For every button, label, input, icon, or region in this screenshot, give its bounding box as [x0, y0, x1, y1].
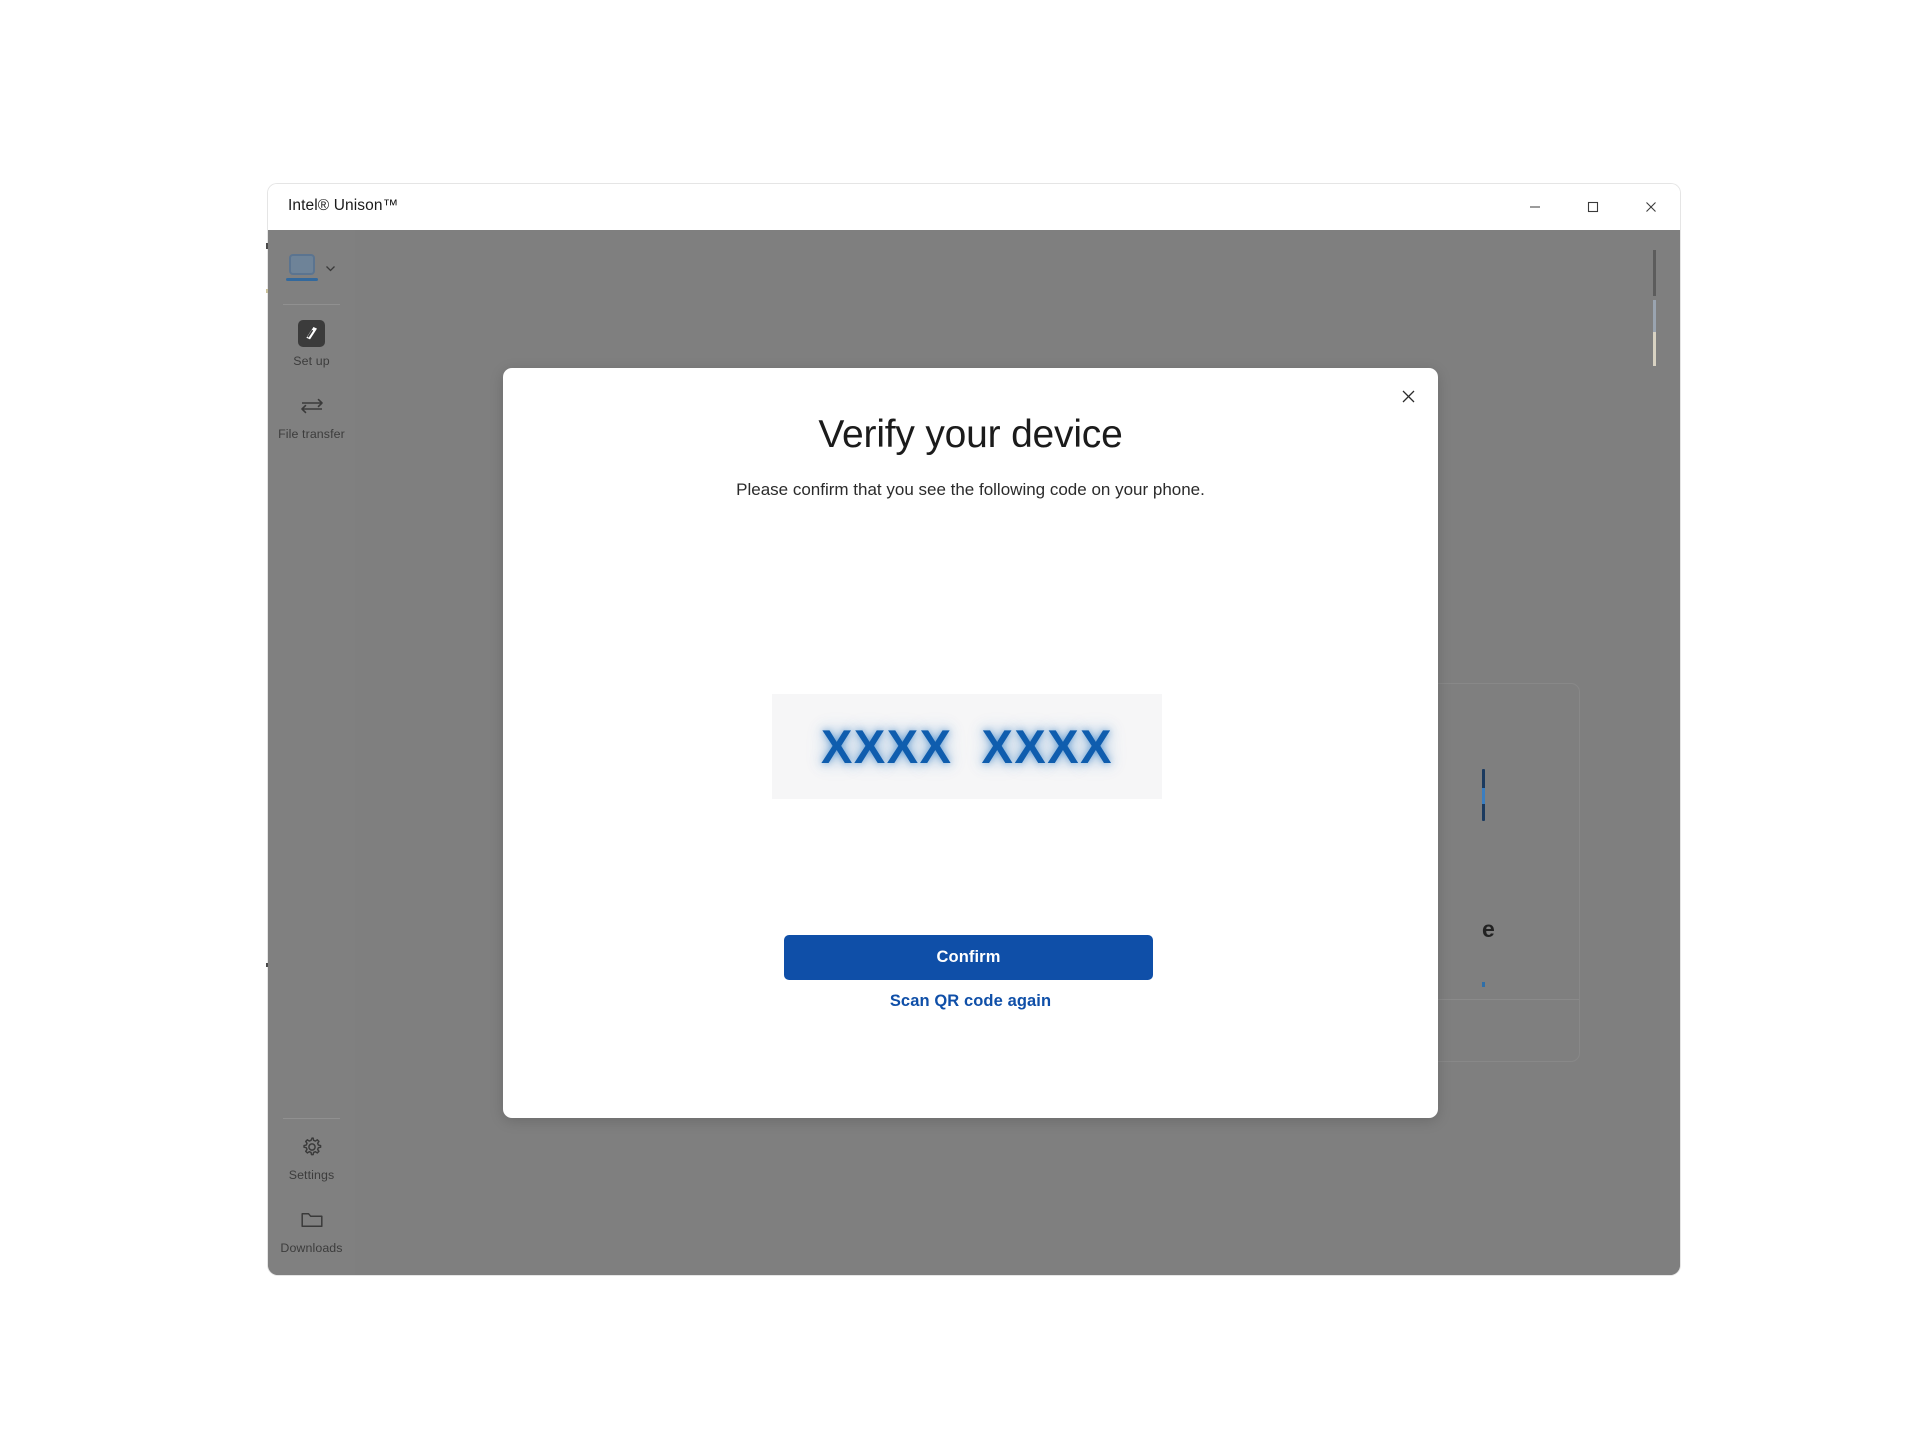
sidebar-item-label: File transfer [278, 427, 345, 441]
sidebar: Set up File transfer Settings Downloads [268, 230, 356, 1275]
folder-glyph [300, 1213, 323, 1227]
setup-icon [298, 319, 326, 347]
edge-artifact-right-mid [1653, 300, 1656, 332]
sidebar-item-label: Downloads [280, 1241, 343, 1255]
edge-artifact-left-mid [266, 289, 268, 293]
background-card-accent-mid [1482, 788, 1485, 804]
app-title: Intel® Unison™ [288, 197, 399, 214]
setup-glyph [306, 326, 317, 339]
maximize-button[interactable] [1564, 184, 1622, 230]
maximize-icon [1587, 201, 1599, 213]
gear-icon [298, 1133, 326, 1161]
file-transfer-glyph [300, 398, 323, 414]
folder-icon [298, 1206, 326, 1234]
title-bar: Intel® Unison™ [268, 184, 1680, 230]
scan-qr-code-again-link[interactable]: Scan QR code again [503, 992, 1438, 1011]
sidebar-item-settings[interactable]: Settings [268, 1119, 355, 1192]
laptop-base [286, 278, 318, 281]
file-transfer-icon [298, 392, 326, 420]
edge-artifact-right-low [1653, 332, 1656, 366]
close-icon [1646, 202, 1656, 212]
device-selector[interactable] [268, 230, 355, 296]
sidebar-item-file-transfer[interactable]: File transfer [268, 378, 355, 451]
laptop-screen [289, 254, 315, 275]
sidebar-bottom-group: Settings Downloads [268, 1110, 355, 1265]
minimize-icon [1530, 206, 1540, 208]
confirm-button[interactable]: Confirm [784, 935, 1153, 980]
sidebar-item-label: Set up [293, 354, 330, 368]
sidebar-item-label: Settings [288, 1168, 335, 1182]
minimize-button[interactable] [1506, 184, 1564, 230]
sidebar-item-set-up[interactable]: Set up [268, 305, 355, 378]
window-controls [1506, 184, 1680, 230]
sidebar-top-group: Set up File transfer [268, 230, 355, 451]
dialog-close-button[interactable] [1388, 376, 1428, 416]
sidebar-item-downloads[interactable]: Downloads [268, 1192, 355, 1265]
setup-icon-tile [298, 319, 325, 347]
screenshot-root: Intel® Unison™ Set up File transfer Sett… [0, 0, 1920, 1440]
gear-glyph [302, 1137, 321, 1156]
background-card-dot [1482, 982, 1485, 987]
edge-artifact-right-top [1653, 250, 1656, 296]
close-icon [1402, 390, 1414, 402]
edge-artifact-left-bot [266, 963, 268, 967]
dialog-title: Verify your device [818, 413, 1123, 456]
verification-code-box: XXXX XXXX [772, 694, 1162, 799]
background-card-text: e [1482, 916, 1495, 942]
chevron-down-icon [326, 265, 335, 271]
verification-code: XXXX XXXX [821, 720, 1113, 773]
verify-device-dialog: Verify your device Please confirm that y… [503, 368, 1438, 1118]
laptop-icon [286, 254, 318, 282]
close-button[interactable] [1622, 184, 1680, 230]
edge-artifact-left-top [266, 243, 268, 249]
dialog-subtitle: Please confirm that you see the followin… [736, 480, 1205, 499]
